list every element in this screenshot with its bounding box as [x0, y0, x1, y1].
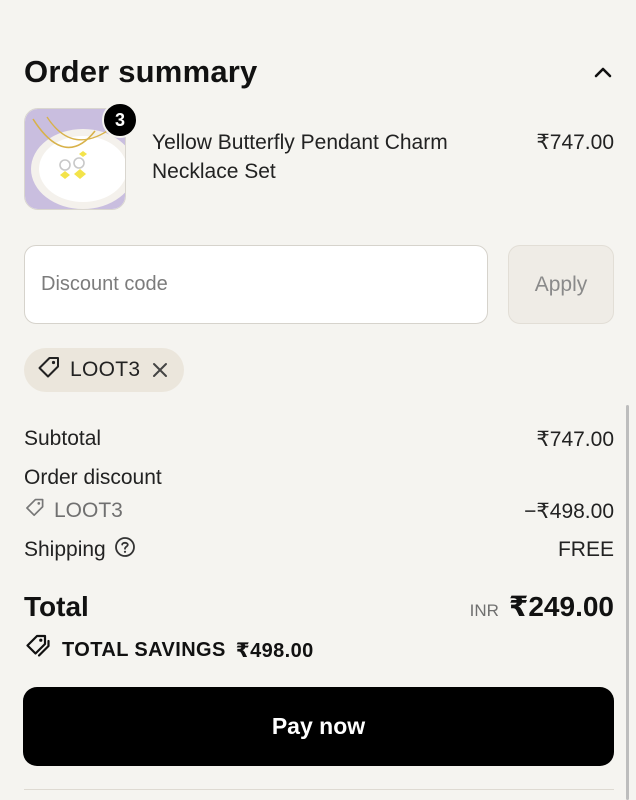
- total-label: Total: [24, 591, 89, 622]
- tags-icon: [24, 633, 52, 667]
- applied-discount-chip: LOOT3: [24, 348, 185, 392]
- order-summary-page: Order summary 3 Yellow Butterfly Pendant…: [0, 0, 636, 800]
- shipping-label: Shipping: [24, 538, 106, 561]
- summary-discount-code: LOOT3: [54, 499, 123, 522]
- discount-value: −₹498.00: [524, 499, 614, 523]
- discount-form: Apply: [24, 245, 614, 324]
- total-amount: ₹249.00: [508, 591, 614, 622]
- discount-code-input[interactable]: [24, 245, 488, 324]
- question-circle-icon[interactable]: [114, 536, 136, 564]
- total-row: Total INR ₹249.00: [24, 590, 614, 630]
- order-summary-header[interactable]: Order summary: [24, 52, 614, 92]
- page-title: Order summary: [24, 54, 258, 89]
- scrollbar[interactable]: [626, 405, 629, 800]
- subtotal-label: Subtotal: [24, 427, 102, 450]
- shipping-value: FREE: [557, 538, 614, 561]
- currency-code: INR: [469, 601, 499, 620]
- discount-code-row: LOOT3 −₹498.00: [24, 496, 614, 526]
- product-price: ₹747.00: [536, 131, 614, 154]
- applied-discount-code: LOOT3: [70, 358, 141, 381]
- savings-amount: ₹498.00: [235, 639, 314, 662]
- divider: [24, 789, 614, 790]
- close-icon[interactable]: [148, 358, 172, 382]
- shipping-row: Shipping FREE: [24, 535, 614, 565]
- total-savings: TOTAL SAVINGS ₹498.00: [24, 634, 314, 666]
- product-line-item: 3 Yellow Butterfly Pendant Charm Necklac…: [24, 102, 614, 212]
- quantity-badge: 3: [102, 102, 138, 138]
- product-name: Yellow Butterfly Pendant Charm Necklace …: [152, 131, 448, 183]
- chevron-up-icon[interactable]: [592, 61, 614, 83]
- tag-icon: [24, 497, 46, 525]
- pay-now-button[interactable]: Pay now: [23, 687, 614, 766]
- order-discount-label: Order discount: [24, 466, 162, 489]
- apply-discount-button[interactable]: Apply: [508, 245, 614, 324]
- subtotal-row: Subtotal ₹747.00: [24, 424, 614, 454]
- order-discount-row: Order discount: [24, 463, 614, 493]
- savings-label: TOTAL SAVINGS: [62, 638, 226, 661]
- tag-icon: [36, 355, 62, 386]
- subtotal-value: ₹747.00: [536, 427, 614, 451]
